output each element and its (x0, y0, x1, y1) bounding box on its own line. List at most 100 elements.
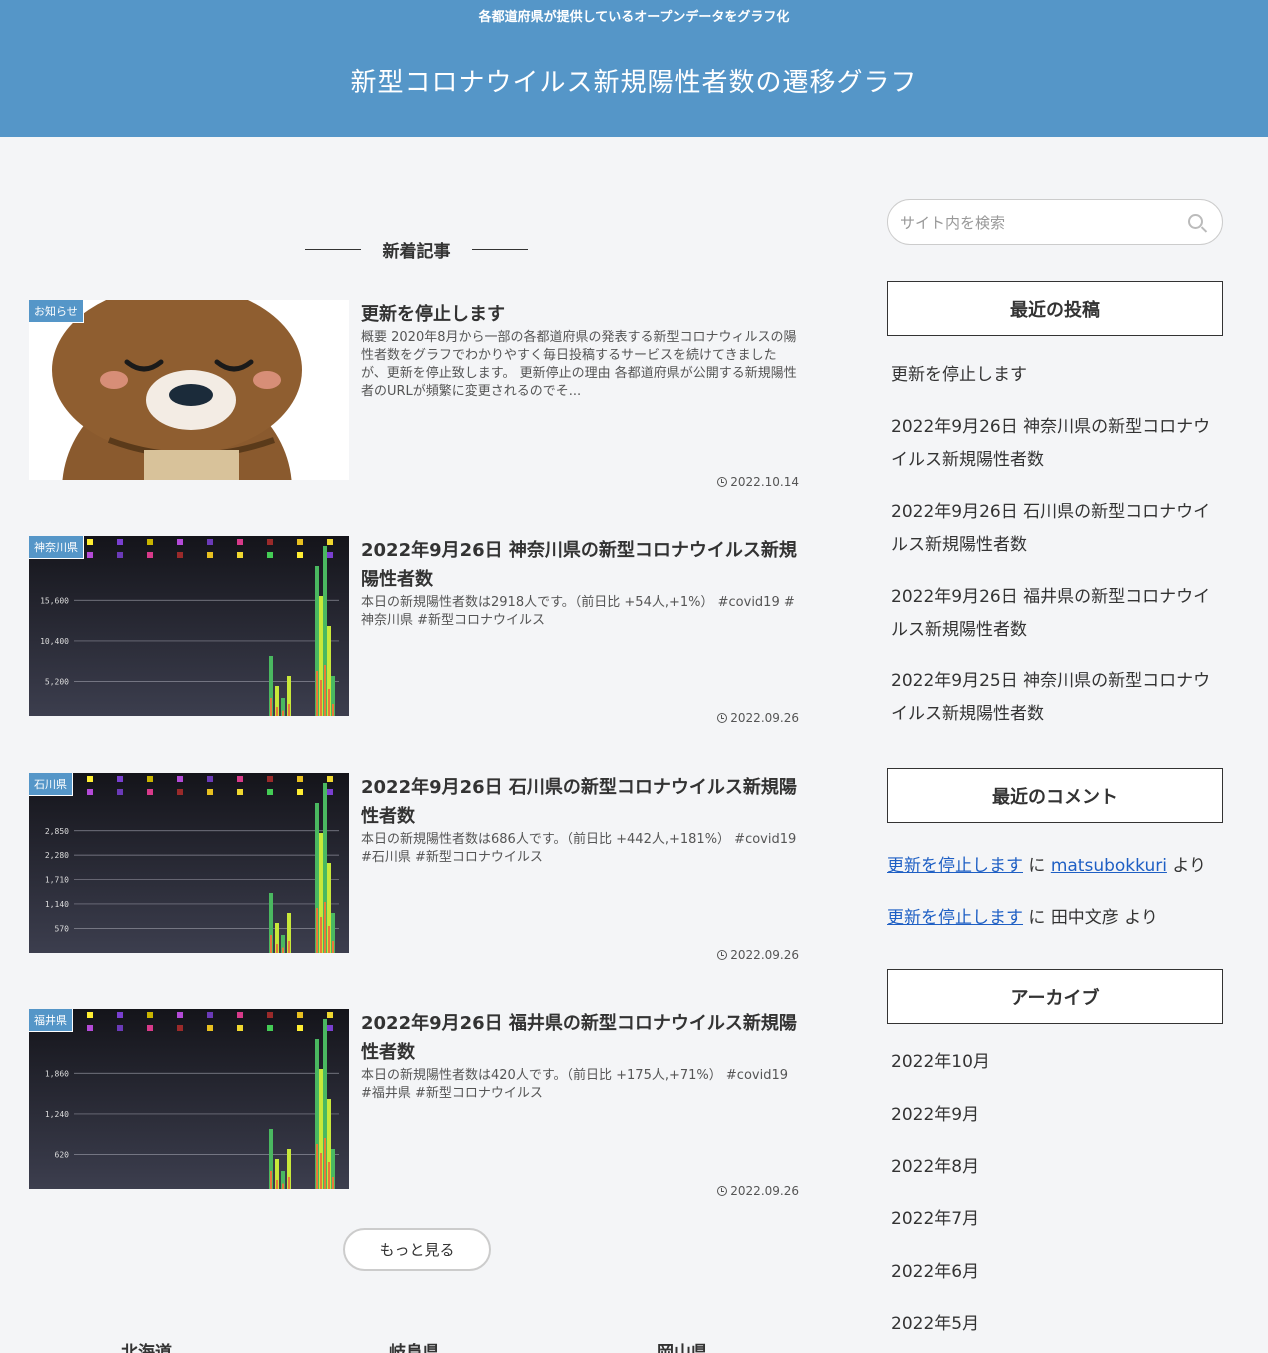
legend-swatch (237, 776, 243, 782)
thumbnail-chart: 1,860 1,240 620 (29, 1009, 349, 1189)
comment-yori: より (1124, 908, 1158, 928)
article-thumbnail[interactable]: 15,600 10,400 5,200 (29, 536, 349, 716)
legend-swatch (267, 776, 273, 782)
thumbnail-chart: 2,850 2,280 1,710 1,140 570 (29, 773, 349, 953)
chart-spike-base (282, 1183, 284, 1189)
article-card[interactable]: 2,850 2,280 1,710 1,140 570 石川県 2022年9月26日 石… (29, 773, 801, 962)
chart-spike-base (324, 902, 326, 953)
comment-post-link[interactable]: 更新を停止します (887, 908, 1023, 928)
article-date: 2022.09.26 (717, 1184, 799, 1198)
prefecture-link[interactable]: 北海道 (121, 1338, 172, 1353)
clock-icon (717, 713, 728, 723)
article-title[interactable]: 2022年9月26日 福井県の新型コロナウイルス新規陽性者数 (361, 1009, 801, 1067)
archive-link[interactable]: 2022年6月 (891, 1256, 1221, 1289)
recent-post-link[interactable]: 2022年9月25日 神奈川県の新型コロナウイルス新規陽性者数 (891, 665, 1221, 731)
site-tagline: 各都道府県が提供しているオープンデータをグラフ化 (478, 10, 790, 25)
legend-swatch (147, 1012, 153, 1018)
legend-swatch (207, 552, 213, 558)
category-badge[interactable]: 福井県 (29, 1009, 73, 1032)
chart-tick-label: 15,600 (40, 596, 69, 605)
recent-post-link[interactable]: 2022年9月26日 石川県の新型コロナウイルス新規陽性者数 (891, 496, 1221, 562)
comment-yori: より (1172, 856, 1207, 876)
legend-swatch (327, 539, 333, 545)
legend-swatch (117, 552, 123, 558)
legend-swatch (147, 1025, 153, 1031)
chart-spike-base (276, 1180, 278, 1189)
comment-item: 更新を停止します に 田中文彦 より (887, 903, 1223, 928)
legend-swatch (147, 552, 153, 558)
article-title[interactable]: 更新を停止します (361, 300, 801, 329)
article-snippet: 本日の新規陽性者数は686人です。（前日比 +442人,+181%） #covi… (361, 832, 797, 865)
category-badge[interactable]: お知らせ (29, 300, 84, 323)
new-articles-heading: 新着記事 (305, 236, 528, 262)
category-badge[interactable]: 石川県 (29, 773, 73, 796)
article-thumbnail[interactable]: 1,860 1,240 620 (29, 1009, 349, 1189)
chart-spike-base (316, 671, 318, 716)
recent-post-link[interactable]: 2022年9月26日 福井県の新型コロナウイルス新規陽性者数 (891, 581, 1221, 647)
legend-swatch (117, 1012, 123, 1018)
chart-background (29, 773, 349, 953)
chart-tick-label: 1,710 (45, 876, 69, 885)
article-date-text: 2022.10.14 (730, 475, 799, 489)
chart-spike-base (320, 680, 322, 716)
chart-tick-label: 10,400 (40, 637, 69, 646)
legend-swatch (327, 1012, 333, 1018)
article-thumbnail[interactable]: 2,850 2,280 1,710 1,140 570 (29, 773, 349, 953)
comment-post-link[interactable]: 更新を停止します (887, 856, 1023, 876)
search-input[interactable] (900, 212, 1180, 234)
article-card[interactable]: 1,860 1,240 620 福井県 2022年9月26日 福井県の新型コロナウイ… (29, 1009, 801, 1198)
legend-swatch (147, 539, 153, 545)
chart-spike-base (282, 710, 284, 716)
legend-swatch (207, 1025, 213, 1031)
chart-spike-base (328, 1162, 330, 1189)
chart-background (29, 536, 349, 716)
article-thumbnail[interactable] (29, 300, 349, 480)
search-icon[interactable] (1188, 214, 1203, 229)
archive-title: アーカイブ (887, 969, 1223, 1024)
chart-spike-base (270, 935, 272, 953)
legend-swatch (177, 1025, 183, 1031)
chart-tick-label: 5,200 (45, 678, 69, 687)
article-date-text: 2022.09.26 (730, 711, 799, 725)
search-box (887, 199, 1223, 245)
chart-spike-base (270, 1171, 272, 1189)
legend-swatch (297, 1025, 303, 1031)
legend-swatch (147, 789, 153, 795)
site-title[interactable]: 新型コロナウイルス新規陽性者数の遷移グラフ (0, 62, 1268, 99)
legend-swatch (267, 1025, 273, 1031)
article-card[interactable]: お知らせ 更新を停止します 概要 2020年8月から一部の各都道府県の発表する新… (29, 300, 801, 489)
chart-tick-label: 570 (55, 924, 70, 933)
chart-tick-label: 1,860 (45, 1069, 69, 1078)
archive-link[interactable]: 2022年8月 (891, 1151, 1221, 1184)
thumbnail-chart: 15,600 10,400 5,200 (29, 536, 349, 716)
recent-post-link[interactable]: 更新を停止します (891, 359, 1221, 392)
legend-swatch (237, 552, 243, 558)
article-title[interactable]: 2022年9月26日 神奈川県の新型コロナウイルス新規陽性者数 (361, 536, 801, 594)
legend-swatch (87, 776, 93, 782)
article-title[interactable]: 2022年9月26日 石川県の新型コロナウイルス新規陽性者数 (361, 773, 801, 831)
category-badge[interactable]: 神奈川県 (29, 536, 84, 559)
legend-swatch (87, 1012, 93, 1018)
legend-swatch (87, 1025, 93, 1031)
archive-link[interactable]: 2022年5月 (891, 1308, 1221, 1341)
comment-author-link[interactable]: matsubokkuri (1051, 856, 1167, 876)
article-card[interactable]: 15,600 10,400 5,200 神奈川県 2022年9月26日 神奈川県の新… (29, 536, 801, 725)
chart-spike-base (288, 1177, 290, 1189)
chart-spike-base (288, 704, 290, 716)
chart-tick-label: 1,240 (45, 1110, 69, 1119)
clock-icon (717, 950, 728, 960)
heading-line-right (472, 248, 528, 250)
prefecture-link[interactable]: 岡山県 (657, 1338, 708, 1353)
chart-spike-base (276, 707, 278, 716)
prefecture-link[interactable]: 岐阜県 (389, 1338, 440, 1353)
legend-swatch (297, 789, 303, 795)
recent-post-link[interactable]: 2022年9月26日 神奈川県の新型コロナウイルス新規陽性者数 (891, 411, 1221, 477)
more-button[interactable]: もっと見る (343, 1228, 491, 1271)
archive-link[interactable]: 2022年7月 (891, 1203, 1221, 1236)
chart-spike-base (316, 1144, 318, 1189)
archive-link[interactable]: 2022年9月 (891, 1099, 1221, 1132)
chart-spike-base (276, 944, 278, 953)
heading-line-left (305, 248, 361, 250)
archive-link[interactable]: 2022年10月 (891, 1046, 1221, 1079)
bear-illustration (29, 300, 349, 480)
